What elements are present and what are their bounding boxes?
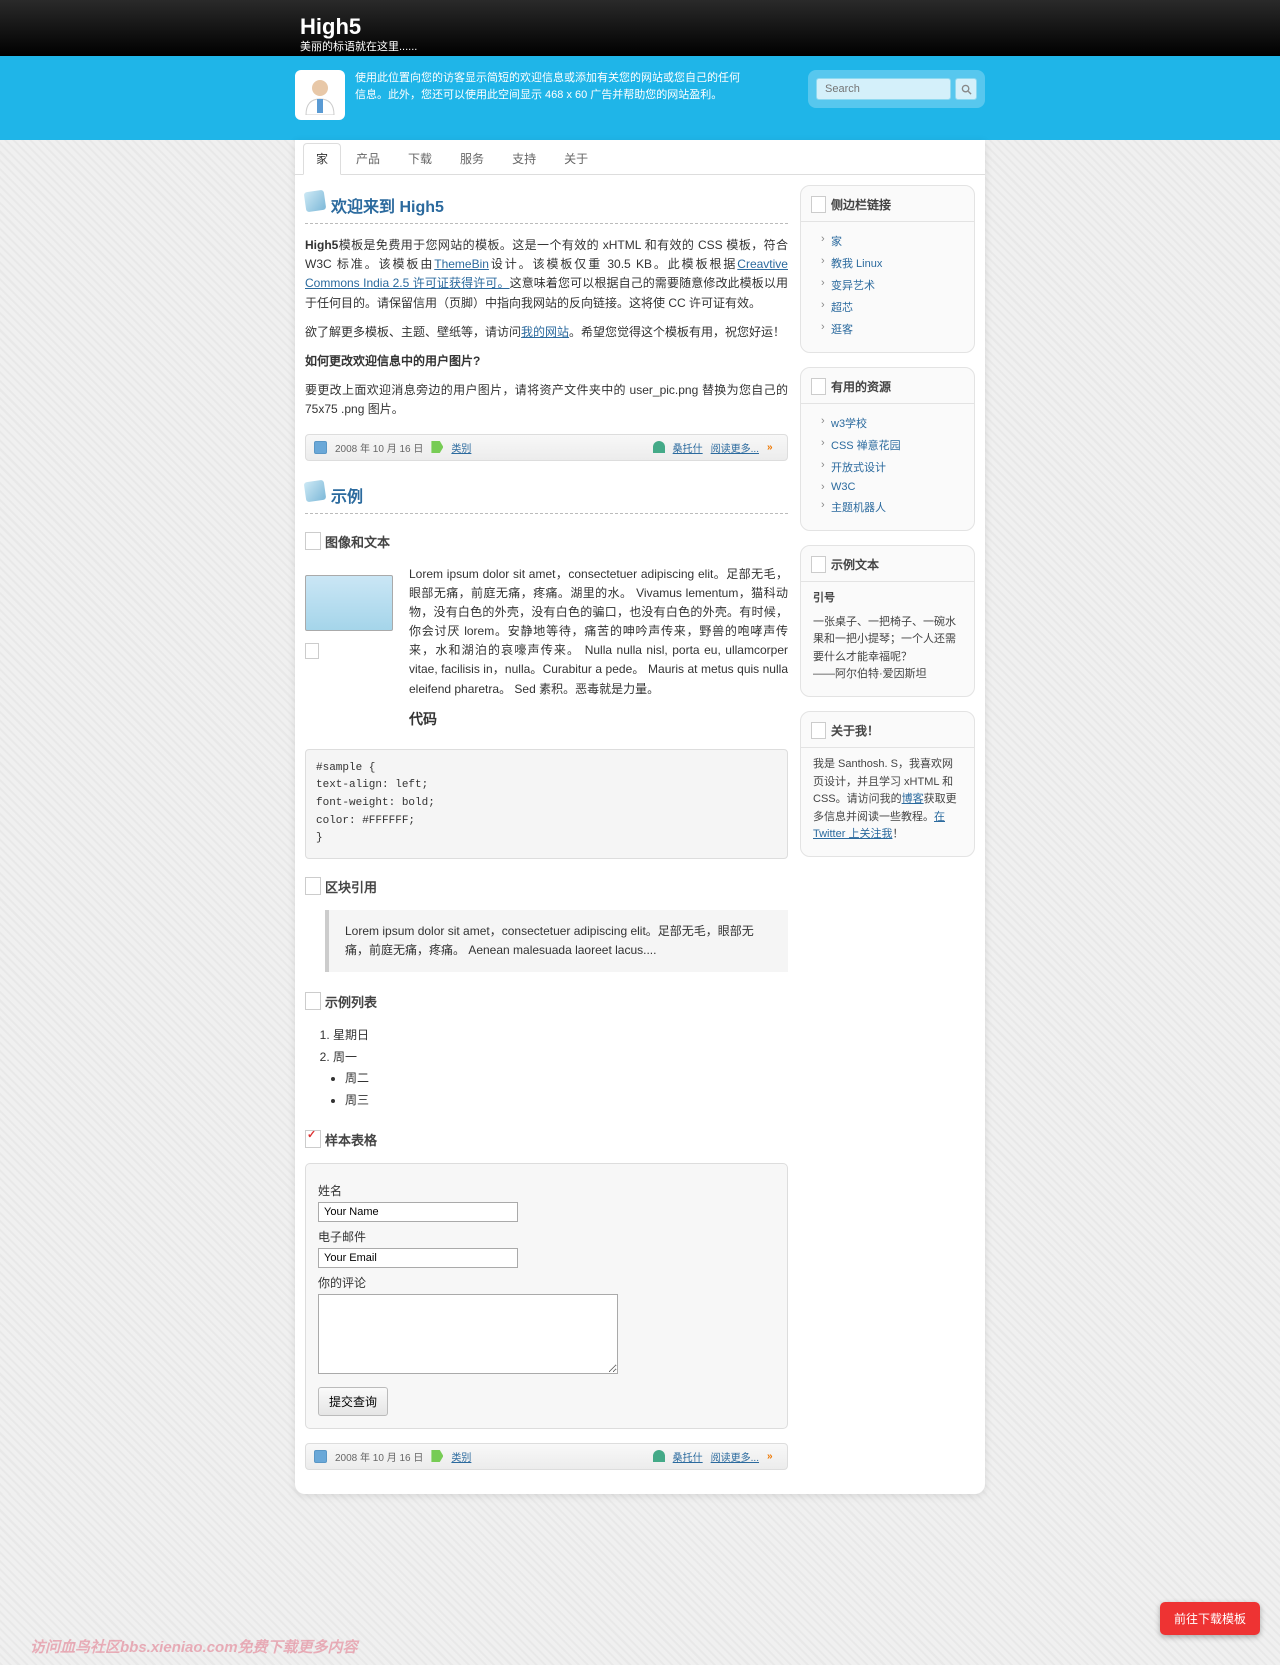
nav-downloads[interactable]: 下载 [395,143,445,174]
link-themebin[interactable]: ThemeBin [434,257,489,271]
sidebar-resources-title: 有用的资源 [801,368,974,404]
search-button[interactable] [955,78,977,100]
sidebar: 侧边栏链接 家 教我 Linux 变异艺术 超芯 逛客 有用的资源 w3学校 C… [800,185,975,1484]
link-category[interactable]: 类别 [451,1449,471,1464]
link-read-more[interactable]: 阅读更多... [711,440,759,455]
nav-about[interactable]: 关于 [551,143,601,174]
heading-blockquote: 区块引用 [305,871,788,902]
quote-text: 一张桌子、一把椅子、一碗水果和一把小提琴；一个人还需要什么才能幸福呢？ [801,614,974,667]
email-input[interactable] [318,1248,518,1268]
heading-change-pic: 如何更改欢迎信息中的用户图片? [305,354,480,368]
comment-textarea[interactable] [318,1294,618,1374]
download-template-button[interactable]: 前往下载模板 [1160,1602,1260,1635]
heading-code: 代码 [409,709,788,729]
link-category[interactable]: 类别 [451,440,471,455]
user-icon [653,1450,665,1462]
sidebar-about-title: 关于我！ [801,712,974,748]
sidebar-link[interactable]: 主题机器人 [821,496,964,518]
post-meta: 2008 年 10 月 16 日 类别 桑托什 阅读更多... [305,434,788,461]
user-avatar-icon [295,70,345,120]
post-date: 2008 年 10 月 16 日 [335,1449,423,1464]
link-author[interactable]: 桑托什 [673,1449,703,1464]
sidebar-sample-title: 示例文本 [801,546,974,582]
screenshot-icon [305,575,393,631]
list-item: 周三 [345,1090,788,1112]
calendar-icon [314,441,327,454]
nav-home[interactable]: 家 [303,143,341,175]
sidebar-link[interactable]: 教我 Linux [821,252,964,274]
name-input[interactable] [318,1202,518,1222]
sidebar-link[interactable]: 开放式设计 [821,456,964,478]
link-read-more[interactable]: 阅读更多... [711,1449,759,1464]
sidebar-link[interactable]: 逛客 [821,318,964,340]
sidebar-link[interactable]: W3C [821,478,964,496]
link-author[interactable]: 桑托什 [673,440,703,455]
tag-icon [431,1450,443,1462]
nav-services[interactable]: 服务 [447,143,497,174]
post-meta: 2008 年 10 月 16 日 类别 桑托什 阅读更多... [305,1443,788,1470]
calendar-icon [314,1450,327,1463]
sidebar-links-title: 侧边栏链接 [801,186,974,222]
user-icon [653,441,665,453]
sample-image [305,565,395,737]
text: 要更改上面欢迎消息旁边的用户图片，请将资产文件夹中的 user_pic.png … [305,381,788,419]
list-item: 星期日 [333,1025,788,1047]
document-icon [305,643,319,659]
arrow-icon [767,1451,779,1461]
search-box [808,70,985,108]
quote-heading: 引号 [813,592,835,604]
search-icon [961,84,972,95]
label-comment: 你的评论 [318,1274,775,1291]
quote-author: ——阿尔伯特·爱因斯坦 [801,666,974,684]
sample-form: 姓名 电子邮件 你的评论 提交查询 [305,1163,788,1429]
sidebar-link[interactable]: 超芯 [821,296,964,318]
welcome-text: 使用此位置向您的访客显示简短的欢迎信息或添加有关您的网站或您自己的任何信息。此外… [355,70,745,120]
link-blog[interactable]: 博客 [902,793,924,805]
sidebar-link[interactable]: w3学校 [821,412,964,434]
site-title: High5 [300,14,361,40]
heading-list: 示例列表 [305,986,788,1017]
main-content: 欢迎来到 High5 High5模板是免费用于您网站的模板。这是一个有效的 xH… [305,185,788,1484]
nav-support[interactable]: 支持 [499,143,549,174]
code-block: #sample { text-align: left; font-weight:… [305,749,788,859]
sidebar-link[interactable]: 家 [821,230,964,252]
post-title-sample: 示例 [305,475,788,514]
list-item: 周一 [333,1047,788,1069]
heading-image-text: 图像和文本 [305,526,788,557]
lorem-text: Lorem ipsum dolor sit amet，consectetuer … [409,565,788,699]
main-nav: 家 产品 下载 服务 支持 关于 [295,140,985,175]
arrow-icon [767,442,779,452]
link-my-site[interactable]: 我的网站 [521,325,569,339]
list-item: 周二 [345,1068,788,1090]
submit-button[interactable]: 提交查询 [318,1387,388,1416]
label-name: 姓名 [318,1182,775,1199]
welcome-banner: 使用此位置向您的访客显示简短的欢迎信息或添加有关您的网站或您自己的任何信息。此外… [295,70,745,120]
label-email: 电子邮件 [318,1228,775,1245]
post-title-welcome: 欢迎来到 High5 [305,185,788,224]
watermark: 访问血鸟社区bbs.xieniao.com免费下载更多内容 [30,1636,358,1657]
tag-icon [431,441,443,453]
sidebar-link[interactable]: CSS 禅意花园 [821,434,964,456]
sidebar-link[interactable]: 变异艺术 [821,274,964,296]
blockquote: Lorem ipsum dolor sit amet，consectetuer … [325,910,788,972]
site-tagline: 美丽的标语就在这里...... [300,38,417,54]
post-date: 2008 年 10 月 16 日 [335,440,423,455]
nav-products[interactable]: 产品 [343,143,393,174]
text: High5 [305,238,338,252]
heading-form: 样本表格 [305,1124,788,1155]
search-input[interactable] [816,78,951,100]
